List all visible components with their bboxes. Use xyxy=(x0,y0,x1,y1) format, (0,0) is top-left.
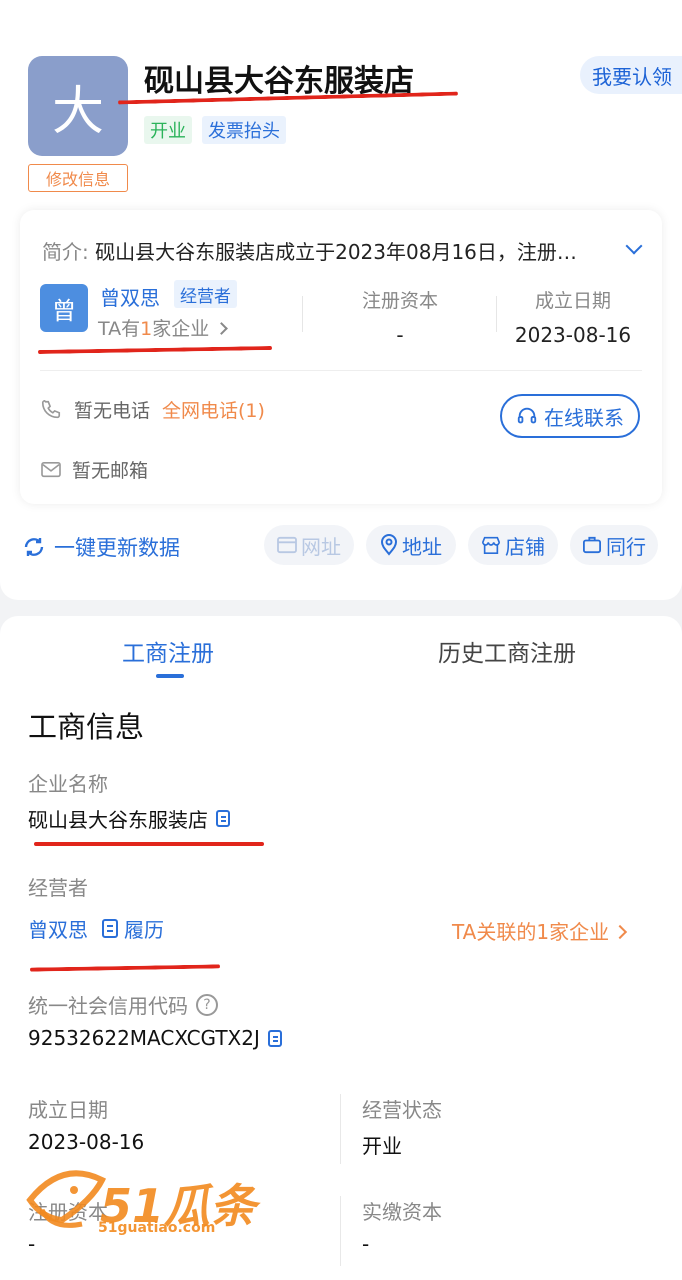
update-data-label: 一键更新数据 xyxy=(54,536,180,560)
business-status-label: 经营状态 xyxy=(362,1098,442,1122)
founded-summary: 成立日期 2023-08-16 xyxy=(506,286,640,347)
intro-label: 简介: xyxy=(42,240,89,264)
avatar[interactable]: 曾 xyxy=(40,284,88,332)
phone-icon xyxy=(41,399,61,418)
founded-value: 2023-08-16 xyxy=(514,323,632,347)
help-icon[interactable]: ? xyxy=(196,993,218,1016)
online-contact-label: 在线联系 xyxy=(544,405,624,430)
operator-companies-link[interactable]: TA有1家企业 xyxy=(98,314,229,341)
company-name-label: 企业名称 xyxy=(28,772,108,796)
company-name-value: 砚山县大谷东服装店 xyxy=(28,804,230,833)
chevron-right-icon xyxy=(215,322,229,335)
business-status-value: 开业 xyxy=(362,1134,402,1158)
copy-icon[interactable] xyxy=(267,1029,282,1047)
location-pin-icon xyxy=(380,534,398,556)
shop-icon xyxy=(481,536,501,554)
credit-code-label: 统一社会信用代码 ? xyxy=(28,990,218,1019)
paid-capital-label: 实缴资本 xyxy=(362,1200,442,1224)
edit-info-button[interactable]: 修改信息 xyxy=(28,164,128,192)
linked-companies-link[interactable]: TA关联的1家企业 xyxy=(452,916,628,945)
tab-business-registration[interactable]: 工商注册 xyxy=(122,634,214,668)
address-pill[interactable]: 地址 xyxy=(366,525,456,565)
companies-suffix: 家企业 xyxy=(152,318,210,340)
divider xyxy=(340,1094,341,1164)
shop-label: 店铺 xyxy=(505,534,545,559)
annotation-underline xyxy=(37,345,273,355)
refresh-icon xyxy=(24,538,44,556)
watermark-domain: 51guatiao.com xyxy=(98,1220,216,1236)
operator-name-link[interactable]: 曾双思 xyxy=(28,914,88,943)
company-logo: 大 xyxy=(28,56,128,156)
phone-row: 暂无电话 全网电话(1) xyxy=(40,396,265,423)
resume-label: 履历 xyxy=(124,918,164,942)
founded-date-value: 2023-08-16 xyxy=(28,1130,145,1154)
address-label: 地址 xyxy=(402,534,442,559)
website-label: 网址 xyxy=(301,534,341,559)
divider xyxy=(40,370,642,371)
peers-label: 同行 xyxy=(606,534,646,559)
tab-history-registration[interactable]: 历史工商注册 xyxy=(438,634,576,668)
reg-capital-value: - xyxy=(396,323,404,347)
intro-line[interactable]: 简介: 砚山县大谷东服装店成立于2023年08月16日，注册… xyxy=(42,236,612,265)
founded-label: 成立日期 xyxy=(534,290,611,312)
company-name-text: 砚山县大谷东服装店 xyxy=(28,808,208,832)
paid-capital-value: - xyxy=(362,1232,370,1256)
annotation-underline xyxy=(29,964,221,972)
claim-button[interactable]: 我要认领 xyxy=(580,56,682,94)
briefcase-icon xyxy=(583,536,601,554)
tab-indicator xyxy=(156,674,184,678)
operator-value: 曾双思 履历 xyxy=(28,914,164,943)
online-contact-button[interactable]: 在线联系 xyxy=(500,394,640,438)
company-header-card: 大 砚山县大谷东服装店 我要认领 开业 发票抬头 修改信息 简介: 砚山县大谷东… xyxy=(0,0,682,600)
mail-icon xyxy=(41,461,61,477)
peers-pill[interactable]: 同行 xyxy=(570,525,658,565)
operator-role-badge: 经营者 xyxy=(174,280,237,308)
intro-text: 砚山县大谷东服装店成立于2023年08月16日，注册… xyxy=(95,240,577,264)
linked-companies-label: TA关联的1家企业 xyxy=(452,920,610,944)
email-text: 暂无邮箱 xyxy=(72,460,149,482)
update-data-button[interactable]: 一键更新数据 xyxy=(22,532,180,562)
companies-count: 1 xyxy=(140,318,153,340)
reg-capital-label: 注册资本 xyxy=(361,290,438,312)
operator-label: 经营者 xyxy=(28,876,88,900)
divider xyxy=(302,296,303,332)
divider xyxy=(340,1196,341,1266)
all-phones-link[interactable]: 全网电话(1) xyxy=(162,396,265,423)
shop-pill[interactable]: 店铺 xyxy=(468,525,558,565)
section-title: 工商信息 xyxy=(28,710,145,744)
summary-card: 简介: 砚山县大谷东服装店成立于2023年08月16日，注册… 曾 曾双思 经营… xyxy=(20,210,662,504)
divider xyxy=(496,296,497,332)
annotation-underline xyxy=(34,842,264,846)
browser-icon xyxy=(277,536,297,554)
operator-name[interactable]: 曾双思 xyxy=(100,282,160,311)
phone-text: 暂无电话 xyxy=(74,400,151,422)
copy-icon[interactable] xyxy=(216,810,230,827)
document-icon xyxy=(102,919,118,938)
reg-capital-summary: 注册资本 - xyxy=(338,286,462,347)
credit-code-value: 92532622MACXCGTX2J xyxy=(28,1026,282,1050)
status-badge: 开业 xyxy=(144,116,192,144)
credit-code-label-text: 统一社会信用代码 xyxy=(28,994,188,1018)
invoice-title-tag[interactable]: 发票抬头 xyxy=(202,116,286,144)
companies-prefix: TA有 xyxy=(98,318,141,340)
resume-link[interactable]: 履历 xyxy=(102,914,164,943)
chevron-right-icon xyxy=(613,924,628,940)
website-pill[interactable]: 网址 xyxy=(264,525,354,565)
credit-code-text: 92532622MACXCGTX2J xyxy=(28,1026,260,1050)
email-row: 暂无邮箱 xyxy=(40,456,148,483)
headset-icon xyxy=(517,407,537,424)
chevron-down-icon[interactable] xyxy=(625,237,643,255)
founded-date-label: 成立日期 xyxy=(28,1098,108,1122)
